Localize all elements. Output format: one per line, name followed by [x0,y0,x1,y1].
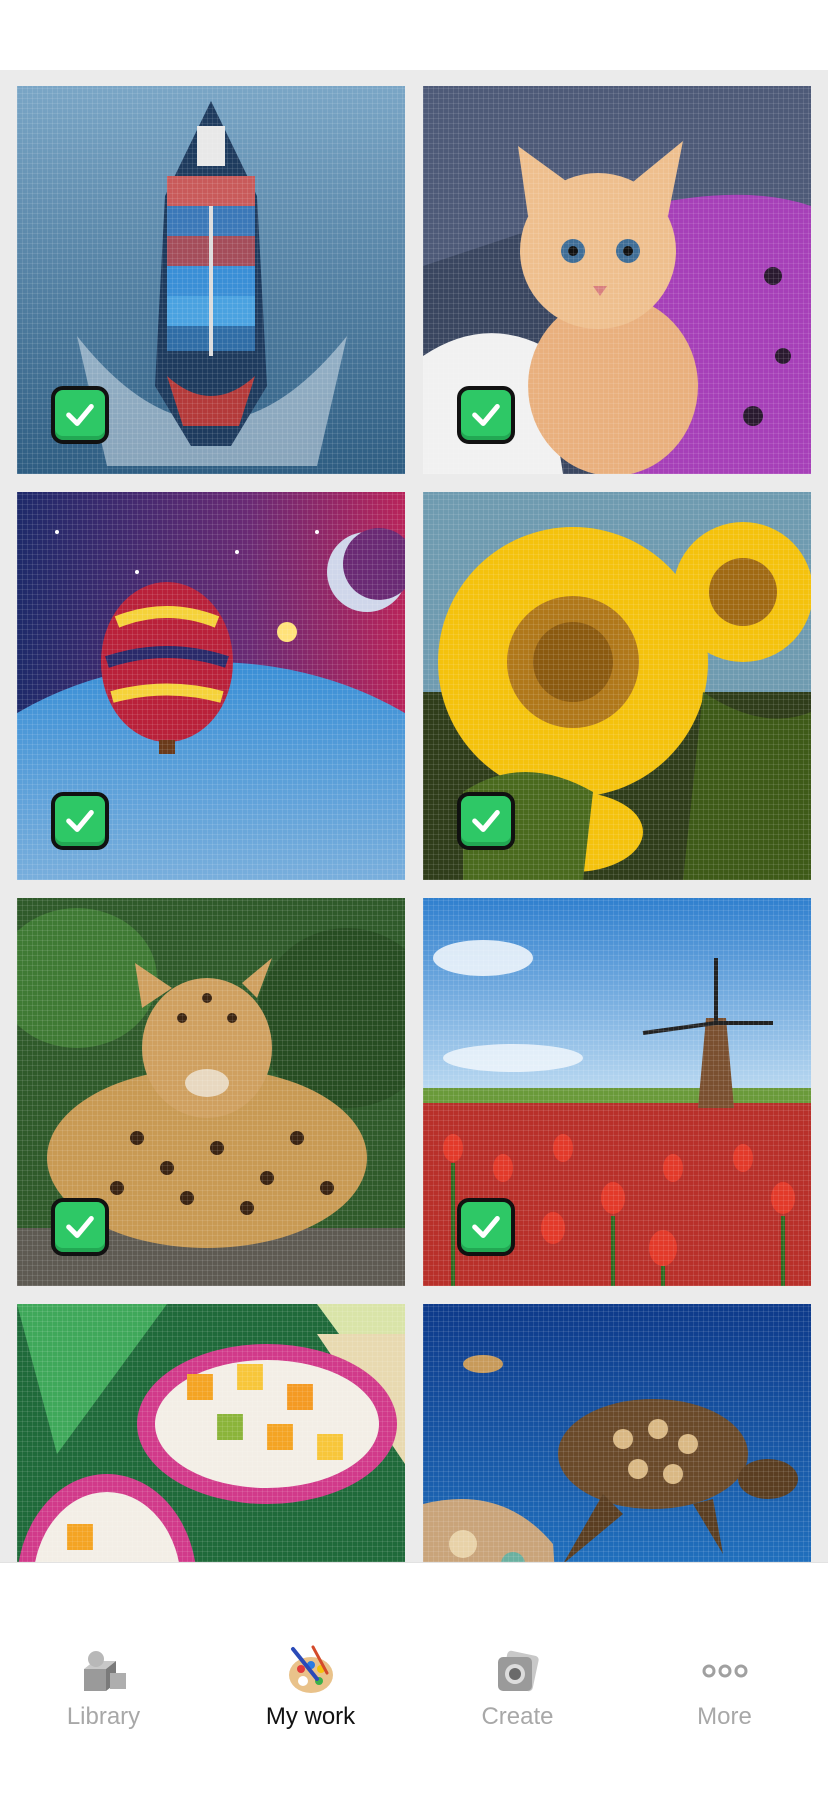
completed-check-icon [51,1198,109,1256]
library-icon [76,1643,132,1699]
artwork-grid[interactable] [0,70,828,1562]
artwork-tile-fruit[interactable] [17,1304,405,1562]
more-icon [697,1643,753,1699]
tab-more[interactable]: More [621,1643,828,1753]
completed-check-icon [457,792,515,850]
artwork-tile-turtle[interactable] [423,1304,811,1562]
tab-my-work-label: My work [265,1703,356,1730]
artwork-tile-sunflower[interactable] [423,492,811,880]
artwork-tile-kitten[interactable] [423,86,811,474]
completed-check-icon [457,386,515,444]
tab-more-label: More [697,1703,752,1730]
artwork-tile-ship[interactable] [17,86,405,474]
tab-library[interactable]: Library [0,1643,207,1753]
bottom-tab-bar: Library My work Create More [0,1562,828,1793]
fruit-image [17,1304,405,1562]
artwork-tile-balloon[interactable] [17,492,405,880]
artwork-tile-leopard[interactable] [17,898,405,1286]
tab-library-label: Library [66,1703,141,1730]
status-bar-area [0,0,828,70]
completed-check-icon [51,792,109,850]
turtle-image [423,1304,811,1562]
palette-icon [283,1643,339,1699]
completed-check-icon [51,386,109,444]
tab-create[interactable]: Create [414,1643,621,1753]
completed-check-icon [457,1198,515,1256]
tab-my-work[interactable]: My work [207,1643,414,1753]
camera-icon [490,1643,546,1699]
artwork-tile-windmill[interactable] [423,898,811,1286]
tab-create-label: Create [481,1703,554,1730]
